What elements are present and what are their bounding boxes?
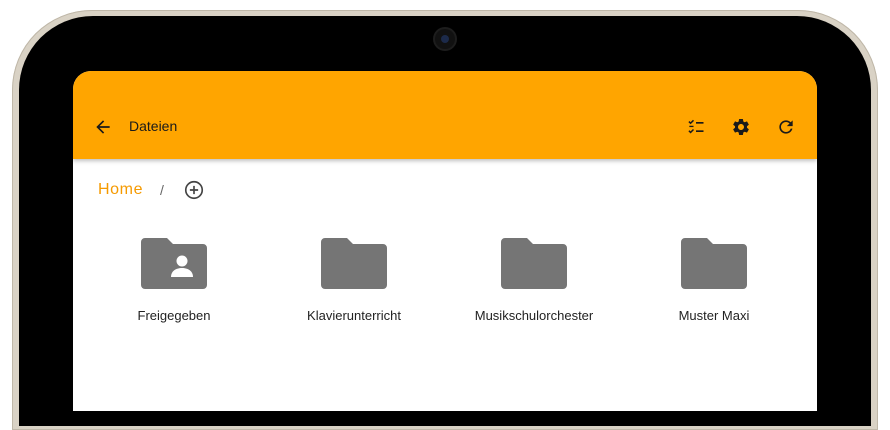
shared-folder-icon [141,238,207,289]
breadcrumb-home[interactable]: Home [98,181,143,199]
gear-icon [733,119,749,135]
folder-item[interactable]: Klavierunterricht [264,234,444,334]
folder-item[interactable]: Musikschulorchester [444,234,624,334]
folder-label: Musikschulorchester [474,308,594,323]
app-bar: Dateien [73,71,817,159]
arrow-back-icon [96,120,110,134]
refresh-button[interactable] [770,111,802,143]
folder-item[interactable]: Muster Maxi [624,234,804,334]
folder-label: Muster Maxi [678,308,750,323]
settings-button[interactable] [725,111,757,143]
checklist-button[interactable] [680,111,712,143]
folder-label: Freigegeben [137,308,211,323]
folder-icon [681,238,747,289]
breadcrumb-separator: / [160,182,164,198]
camera [435,29,455,49]
back-button[interactable] [87,111,119,143]
page-title: Dateien [129,118,178,134]
folder-item[interactable]: Freigegeben [84,234,264,334]
folder-icon [501,238,567,289]
checklist-icon [688,119,704,134]
refresh-icon [779,120,793,134]
folder-label: Klavierunterricht [307,308,401,323]
add-circle-icon [184,180,204,200]
app-screen: Dateien Home / Freigegeben Klavierunterr… [73,71,817,411]
folder-icon [321,238,387,289]
add-folder-button[interactable] [183,179,207,203]
